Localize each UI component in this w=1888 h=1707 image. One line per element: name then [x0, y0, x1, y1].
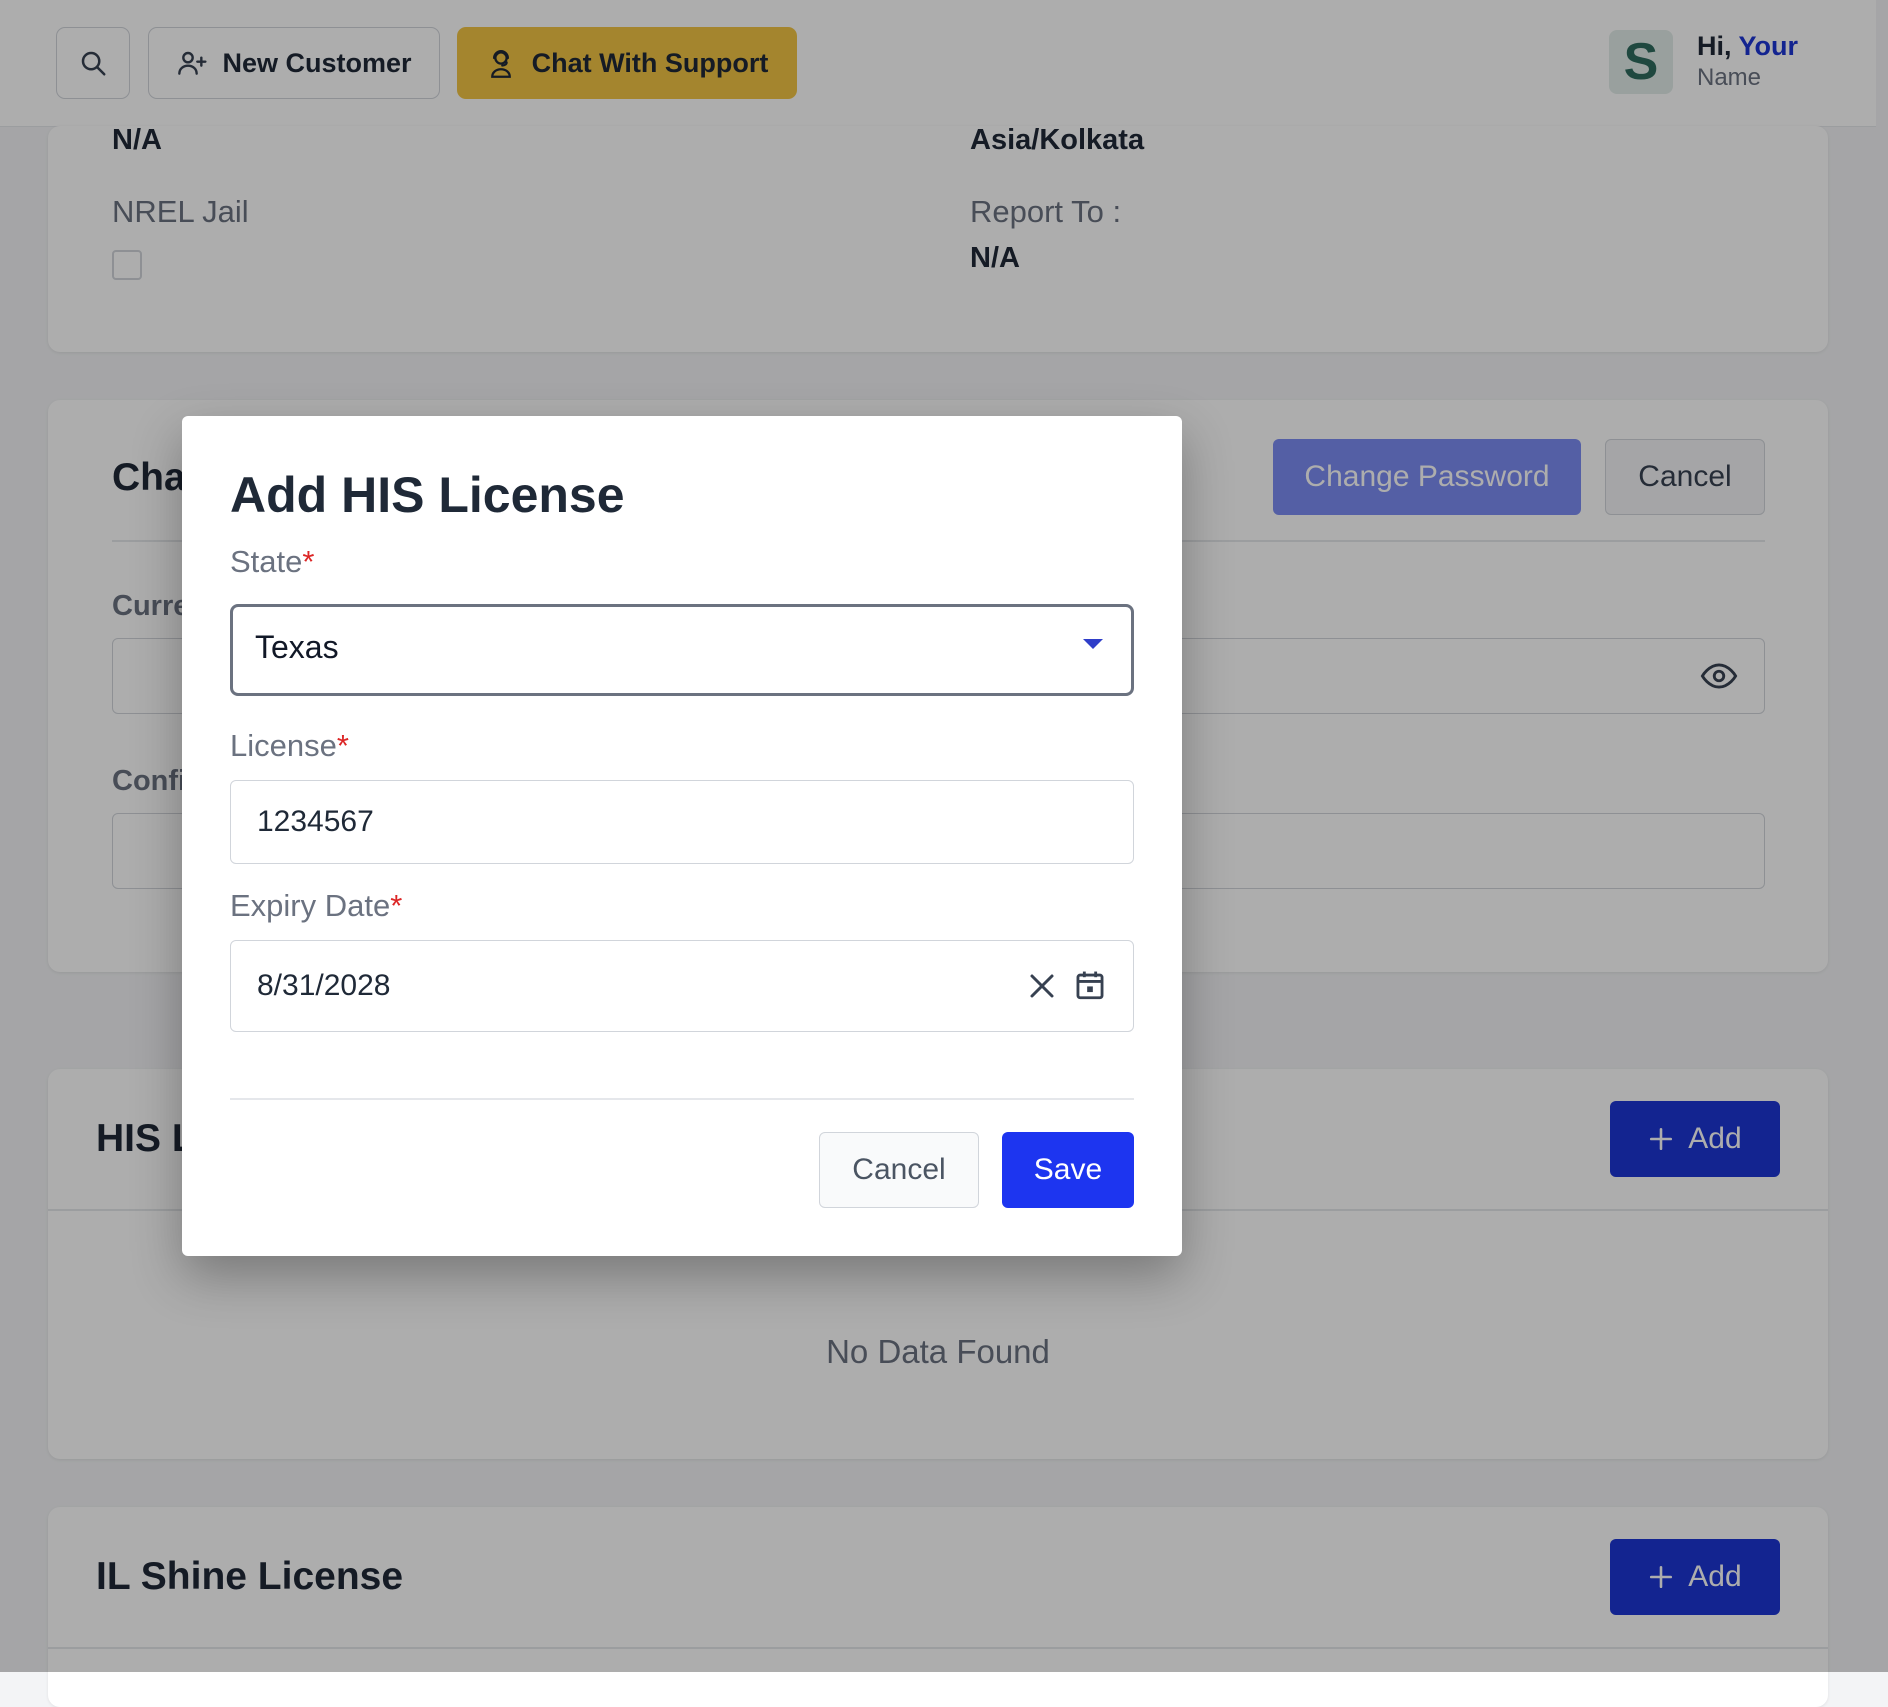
dropdown-caret-icon	[1083, 639, 1103, 649]
state-select-value: Texas	[255, 629, 339, 665]
expiry-date-value: 8/31/2028	[257, 969, 391, 1002]
modal-divider	[230, 1098, 1134, 1100]
state-label: State*	[230, 544, 314, 580]
modal-title: Add HIS License	[230, 467, 625, 523]
license-label: License*	[230, 728, 349, 764]
modal-cancel-button[interactable]: Cancel	[819, 1132, 979, 1208]
calendar-icon[interactable]	[1073, 967, 1107, 1003]
license-input[interactable]: 1234567	[230, 780, 1134, 864]
required-mark: *	[302, 544, 315, 579]
expiry-date-input[interactable]: 8/31/2028	[230, 940, 1134, 1032]
add-his-license-modal: Add HIS License State* Texas License* 12…	[182, 416, 1182, 1256]
modal-save-button[interactable]: Save	[1002, 1132, 1134, 1208]
state-select[interactable]: Texas	[230, 604, 1134, 696]
license-input-value: 1234567	[257, 805, 374, 838]
license-label-text: License	[230, 728, 337, 763]
expiry-date-label: Expiry Date*	[230, 888, 402, 924]
clear-icon[interactable]	[1027, 971, 1057, 1001]
required-mark: *	[390, 888, 403, 923]
required-mark: *	[336, 728, 349, 763]
expiry-label-text: Expiry Date	[230, 888, 391, 923]
state-label-text: State	[230, 544, 303, 579]
